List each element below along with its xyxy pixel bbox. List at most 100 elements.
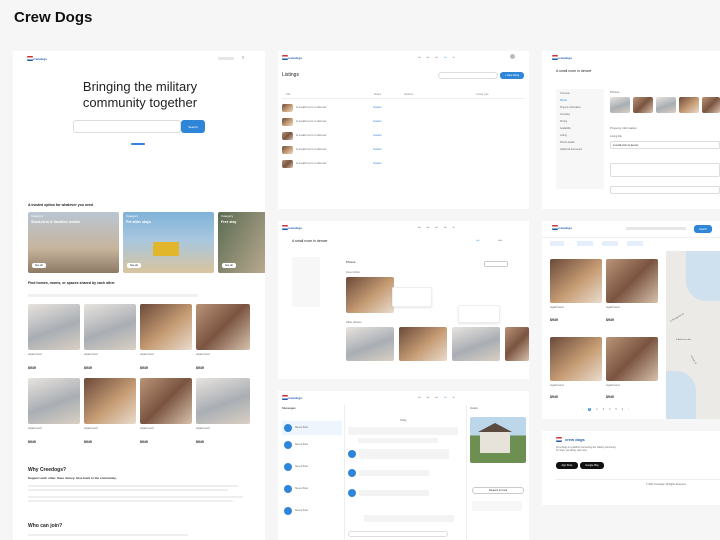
water [686,251,720,301]
find-heading: Find homes, rooms, or spaces shared by e… [28,281,115,285]
listing-card[interactable] [606,259,658,303]
avatar [348,450,356,458]
prev-icon[interactable]: ‹ [582,408,583,411]
filter-chip[interactable] [577,241,593,246]
photo-thumb[interactable] [452,327,500,361]
listing-card[interactable] [606,337,658,381]
category-card[interactable]: Category Free stay See all [218,212,265,273]
photo-menu[interactable] [392,287,432,307]
listing-card[interactable] [84,378,136,424]
listing-photo[interactable] [470,417,526,463]
photo-thumb[interactable] [505,327,529,361]
table-row[interactable]: A small room in denver Inactive [282,129,525,142]
conversation-item[interactable]: Steven Pass [282,421,342,435]
avatar [348,469,356,477]
logo[interactable]: crewdogs [282,55,302,60]
photo-thumb[interactable] [679,97,699,113]
google-play-button[interactable]: Google Play [580,462,604,469]
category-card[interactable]: Category Pet sitter stays See all [123,212,214,273]
message-input[interactable] [348,531,448,537]
conversation-item[interactable]: Steven Pass [282,441,308,449]
filter-chip[interactable] [550,241,564,246]
photo-menu[interactable] [458,305,500,323]
search-bar[interactable] [73,120,181,133]
lifeguard-hut [153,242,179,256]
listing-card[interactable] [140,304,192,350]
map-search-screen: crewdogs Search Apartment Apartment $949… [542,221,720,419]
request-to-book-button[interactable]: Request to book [472,487,524,494]
photo-thumb[interactable] [610,97,630,113]
table-row[interactable]: A small room in denver Inactive [282,101,525,114]
message-bubble [359,449,449,459]
preview-link[interactable]: ▪▪▪▪ [476,239,480,242]
listing-title-field[interactable]: A small room in denver [610,141,720,149]
roof-shape [478,423,512,432]
table-row[interactable]: A small room in denver Inactive [282,143,525,156]
address-field[interactable] [610,186,720,194]
listing-card[interactable] [140,378,192,424]
add-photos-button[interactable] [484,261,508,267]
top-nav[interactable]: ▪▪▪ ▪▪▪ ▪▪▪ ▪▪▪ ▪▪ [418,226,454,229]
nav-link[interactable] [218,57,234,60]
search-button[interactable]: Search [694,225,712,233]
category-card[interactable]: Category Short-term & Vacation rentals S… [28,212,119,273]
conversation-item[interactable]: Steven Pass [282,463,308,471]
listing-card[interactable] [196,378,250,424]
logo[interactable]: crewdogs [27,56,47,61]
filter-chip[interactable] [627,241,643,246]
listing-card[interactable] [28,378,80,424]
photo-thumb[interactable] [346,327,394,361]
listing-card[interactable] [84,304,136,350]
logo[interactable]: crewdogs [282,225,302,230]
map[interactable]: E Woodward St E Adamson Ave N Main St [666,251,720,419]
photo-thumb[interactable] [656,97,676,113]
table-row[interactable]: A small room in denver Inactive [282,157,525,170]
menu-icon[interactable]: ≡ [242,55,244,61]
avatar [284,463,292,471]
footer-logo[interactable]: crew dogs [556,437,585,442]
avatar[interactable] [510,54,515,59]
description-field[interactable] [610,163,720,177]
avatar [348,489,356,497]
avatar [284,485,292,493]
avatar [284,507,292,515]
app-store-button[interactable]: App Store [556,462,578,469]
next-icon[interactable]: › [628,408,629,411]
page-title: Crew Dogs [14,9,93,26]
listings-screen: crewdogs ▪▪▪ ▪▪▪ ▪▪▪ ▪▪▪ ▪▪ Listings + New l… [278,51,529,209]
conversation-item[interactable]: Steven Pass [282,507,308,515]
table-row[interactable]: A small room in denver Inactive [282,115,525,128]
filters[interactable] [626,227,686,230]
cover-photo[interactable] [346,277,394,313]
photos-screen: crewdogs ▪▪▪ ▪▪▪ ▪▪▪ ▪▪▪ ▪▪ A small room in … [278,221,529,379]
conversation-item[interactable]: Steven Pass [282,485,308,493]
photo-thumb[interactable] [633,97,653,113]
listing-card[interactable] [550,337,602,381]
search-input[interactable] [438,72,498,79]
logo[interactable]: crewdogs [282,395,302,400]
edit-sidebar [556,89,604,189]
filter-chips[interactable] [28,294,198,297]
listing-card[interactable] [28,304,80,350]
water [666,371,696,419]
photo-thumb[interactable] [702,97,720,113]
top-nav[interactable]: ▪▪▪ ▪▪▪ ▪▪▪ ▪▪▪ ▪▪ [418,56,454,59]
pagination[interactable]: ‹ 1 2 3 4 5 6 › [582,408,629,411]
search-button[interactable]: Search [181,120,205,133]
why-heading: Why Creedogs? [28,467,67,473]
learn-more-link[interactable] [131,143,145,145]
message-bubble [359,470,429,476]
listing-card[interactable] [196,304,250,350]
new-listing-button[interactable]: + New listing [500,72,524,79]
edit-listing-screen: crewdogs A small room in denver Overview… [542,51,720,209]
why-text [28,500,233,502]
logo[interactable]: crewdogs [552,55,572,60]
avatar [284,424,292,432]
photo-thumb[interactable] [399,327,447,361]
logo[interactable]: crewdogs [552,225,572,230]
listing-card[interactable] [550,259,602,303]
filter-chip[interactable] [602,241,618,246]
save-link[interactable]: ▪▪▪▪▪ [498,239,502,242]
top-nav[interactable]: ▪▪▪ ▪▪▪ ▪▪▪ ▪▪▪ ▪▪ [418,396,454,399]
message [348,449,449,459]
